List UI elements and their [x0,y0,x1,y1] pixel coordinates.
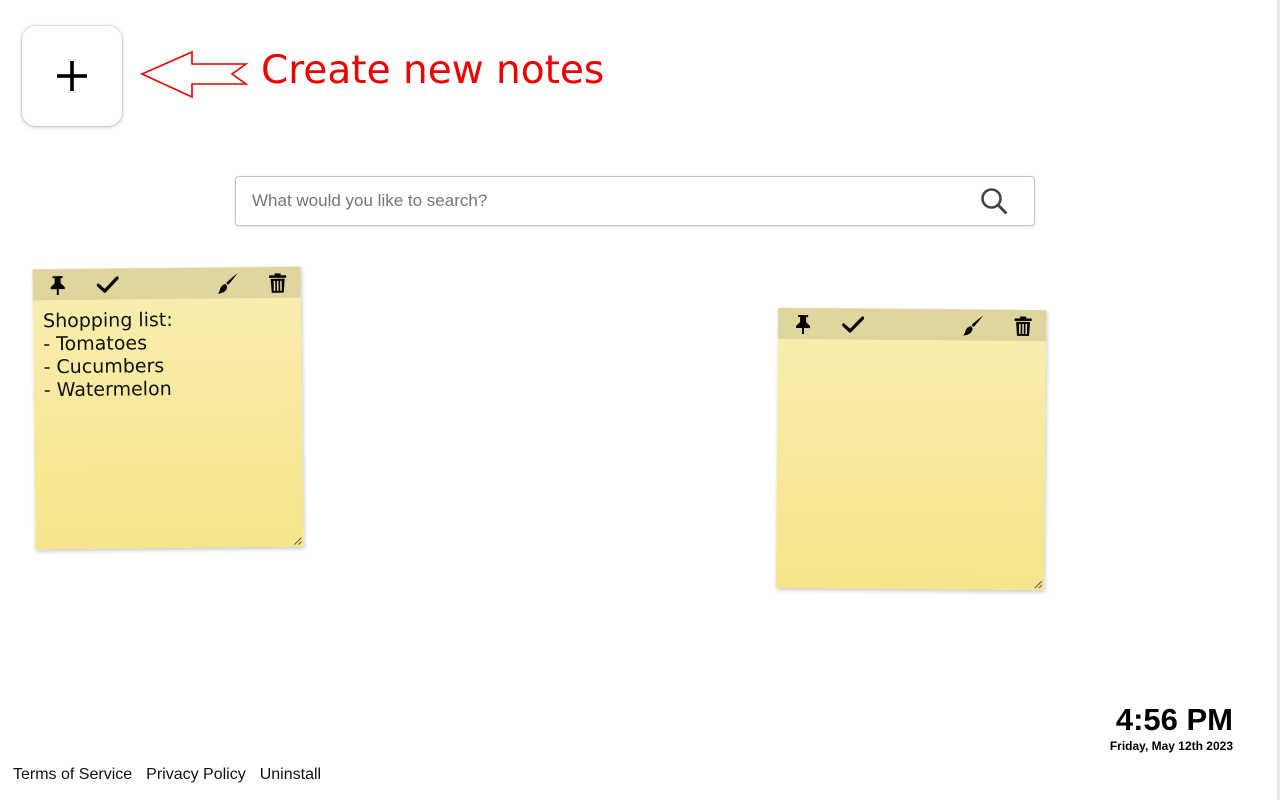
footer-links: Terms of Service Privacy Policy Uninstal… [13,766,321,784]
annotation-label: Create new notes [261,48,605,93]
search-bar [235,176,1035,226]
check-icon[interactable] [96,274,119,296]
note-content[interactable]: Shopping list: - Tomatoes - Cucumbers - … [33,298,304,550]
add-note-button[interactable] [22,26,122,126]
search-icon[interactable] [980,187,1008,220]
notes-page: Create new notes What would you like to … [0,0,1280,800]
clock-date: Friday, May 12th 2023 [1109,739,1233,753]
resize-handle-icon[interactable] [1034,580,1043,589]
brush-icon[interactable] [217,272,239,294]
brush-icon[interactable] [962,314,984,336]
search-input[interactable] [236,177,956,225]
sticky-note[interactable]: Shopping list: - Tomatoes - Cucumbers - … [32,266,304,550]
note-content[interactable] [776,339,1046,590]
plus-icon [57,61,87,91]
check-icon[interactable] [842,313,865,335]
trash-icon[interactable] [267,272,289,294]
note-toolbar [777,307,1047,342]
pin-icon[interactable] [47,274,69,296]
privacy-policy-link[interactable]: Privacy Policy [146,766,246,784]
sticky-note[interactable] [775,307,1047,591]
resize-handle-icon[interactable] [293,537,302,546]
uninstall-link[interactable]: Uninstall [260,766,321,784]
left-arrow-icon [140,50,249,99]
clock-time: 4:56 PM [1115,702,1233,737]
note-toolbar [32,266,301,301]
trash-icon[interactable] [1012,315,1034,337]
clock-widget: 4:56 PM Friday, May 12th 2023 [1110,702,1233,754]
terms-of-service-link[interactable]: Terms of Service [13,766,132,784]
pin-icon[interactable] [792,313,814,335]
